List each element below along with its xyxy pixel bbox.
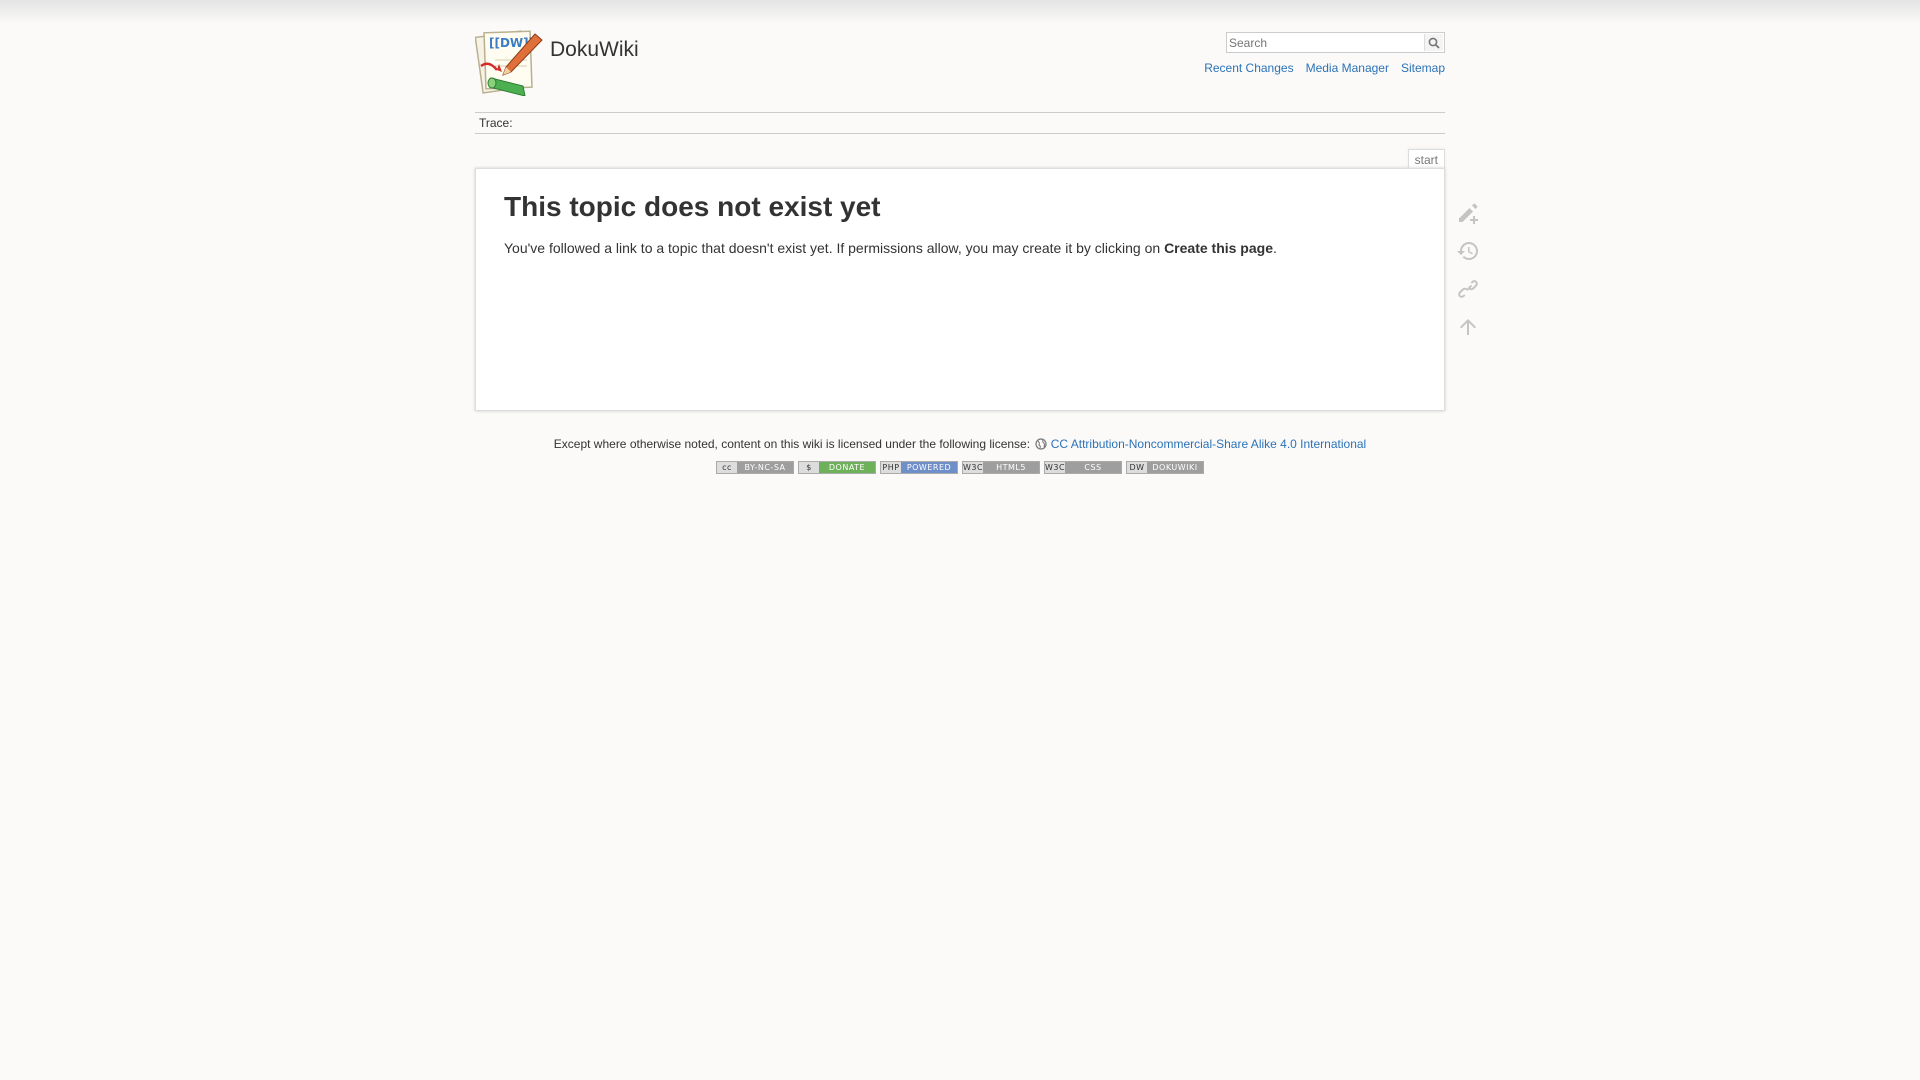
search-icon — [1428, 37, 1440, 49]
css-valid-badge[interactable]: W3C CSS — [1044, 461, 1122, 474]
badge-left-label: $ — [799, 462, 819, 473]
site-title[interactable]: DokuWiki — [550, 38, 639, 62]
badge-right-label: DONATE — [819, 462, 875, 473]
badge-right-label: BY-NC-SA — [737, 462, 793, 473]
page-content: This topic does not exist yet You've fol… — [475, 168, 1445, 411]
backlinks-icon — [1458, 280, 1478, 298]
sitemap-link[interactable]: Sitemap — [1401, 61, 1445, 75]
badge-right-label: CSS — [1065, 462, 1121, 473]
search-button[interactable] — [1424, 34, 1443, 51]
license-notice: Except where otherwise noted, content on… — [475, 437, 1445, 451]
create-page-icon — [1459, 203, 1478, 224]
badge-left-label: W3C — [1045, 462, 1066, 473]
badge-left-label: DW — [1127, 462, 1147, 473]
search-input[interactable] — [1227, 33, 1421, 52]
site-tools: Recent Changes Media Manager Sitemap — [1204, 61, 1445, 75]
globe-icon — [1035, 438, 1047, 450]
logo-link[interactable]: [[DW]] — [474, 26, 545, 97]
html5-valid-badge[interactable]: W3C HTML5 — [962, 461, 1040, 474]
dokuwiki-logo-icon: [[DW]] — [474, 30, 543, 97]
license-text: Except where otherwise noted, content on… — [553, 437, 1031, 451]
badge-left-label: cc — [717, 462, 737, 473]
top-shade — [0, 0, 1920, 24]
page-tools — [1453, 198, 1483, 350]
old-revisions-icon — [1457, 242, 1478, 260]
search-form — [1226, 32, 1445, 53]
breadcrumb-label: Trace: — [479, 116, 513, 130]
license-link[interactable]: CC Attribution-Noncommercial-Share Alike… — [1051, 437, 1366, 451]
badge-right-label: DOKUWIKI — [1147, 462, 1203, 473]
cc-license-badge[interactable]: cc BY-NC-SA — [716, 461, 794, 474]
old-revisions-button[interactable] — [1453, 236, 1483, 266]
badge-left-label: W3C — [963, 462, 984, 473]
footer-badges: cc BY-NC-SA $ DONATE PHP POWERED W3C HTML5 W3C CS… — [475, 461, 1445, 474]
page-title: This topic does not exist yet — [504, 191, 881, 222]
badge-left-label: PHP — [881, 462, 901, 473]
create-page-button[interactable] — [1453, 198, 1483, 228]
media-manager-link[interactable]: Media Manager — [1306, 61, 1389, 75]
create-page-emphasis: Create this page — [1164, 240, 1273, 256]
badge-right-label: HTML5 — [983, 462, 1039, 473]
badge-right-label: POWERED — [901, 462, 957, 473]
page-body-text: You've followed a link to a topic that d… — [504, 240, 1277, 256]
body-text-after: . — [1273, 240, 1277, 256]
body-text-before: You've followed a link to a topic that d… — [504, 240, 1165, 256]
breadcrumb: Trace: — [475, 112, 1445, 134]
dokuwiki-badge[interactable]: DW DOKUWIKI — [1126, 461, 1204, 474]
back-to-top-icon — [1460, 319, 1476, 335]
php-powered-badge[interactable]: PHP POWERED — [880, 461, 958, 474]
backlinks-button[interactable] — [1453, 274, 1483, 304]
recent-changes-link[interactable]: Recent Changes — [1204, 61, 1293, 75]
back-to-top-button[interactable] — [1453, 312, 1483, 342]
donate-badge[interactable]: $ DONATE — [798, 461, 876, 474]
